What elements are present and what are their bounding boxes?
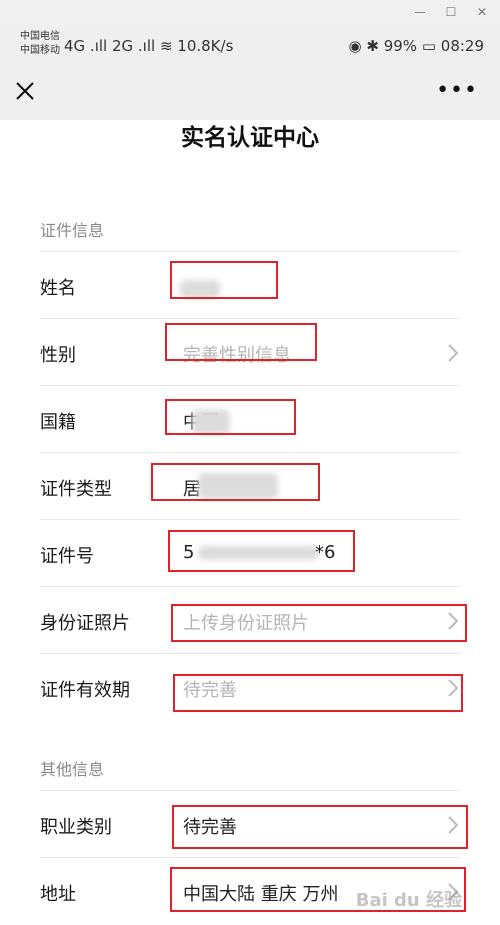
label-occupation: 职业类别 <box>40 817 112 838</box>
highlight-box-gender <box>165 323 317 361</box>
label-address: 地址 <box>40 884 76 905</box>
page-title: 实名认证中心 <box>181 125 319 151</box>
highlight-box-validity <box>173 674 463 712</box>
maximize-icon[interactable]: ☐ <box>443 4 459 20</box>
carrier-labels: 中国电信 中国移动 <box>20 30 60 58</box>
highlight-box-id-type <box>151 463 320 501</box>
more-icon[interactable]: ••• <box>436 80 478 102</box>
label-gender: 性别 <box>40 345 76 366</box>
label-name: 姓名 <box>40 278 76 299</box>
label-id-type: 证件类型 <box>40 479 112 500</box>
signal-speed: 4G .ıll 2G .ıll ≋ 10.8K/s <box>64 37 234 55</box>
nav-bar: ••• <box>0 66 500 120</box>
highlight-box-occupation <box>172 805 468 849</box>
carrier-2: 中国移动 <box>20 45 60 56</box>
label-id-photo: 身份证照片 <box>40 613 130 634</box>
battery-time: ◉ ✱ 99% ▭ 08:29 <box>348 37 484 55</box>
section-cert-info: 证件信息 <box>40 221 105 240</box>
section-other-info: 其他信息 <box>40 760 105 779</box>
window-title-bar: — ☐ ✕ <box>0 0 500 26</box>
highlight-box-id-number <box>168 530 355 572</box>
chevron-right-icon <box>448 344 459 362</box>
status-bar: 中国电信 中国移动 4G .ıll 2G .ıll ≋ 10.8K/s ◉ ✱ … <box>0 26 500 66</box>
close-icon[interactable] <box>14 80 36 102</box>
window-close-icon[interactable]: ✕ <box>474 4 490 20</box>
carrier-1: 中国电信 <box>20 31 60 42</box>
label-nationality: 国籍 <box>40 412 76 433</box>
label-id-number: 证件号 <box>40 546 94 567</box>
highlight-box-nationality <box>165 399 296 435</box>
highlight-box-id-photo <box>171 604 467 642</box>
watermark: Bai du 经验 <box>355 890 462 911</box>
minimize-icon[interactable]: — <box>412 4 428 20</box>
highlight-box-name <box>170 261 278 299</box>
label-validity: 证件有效期 <box>40 680 130 701</box>
